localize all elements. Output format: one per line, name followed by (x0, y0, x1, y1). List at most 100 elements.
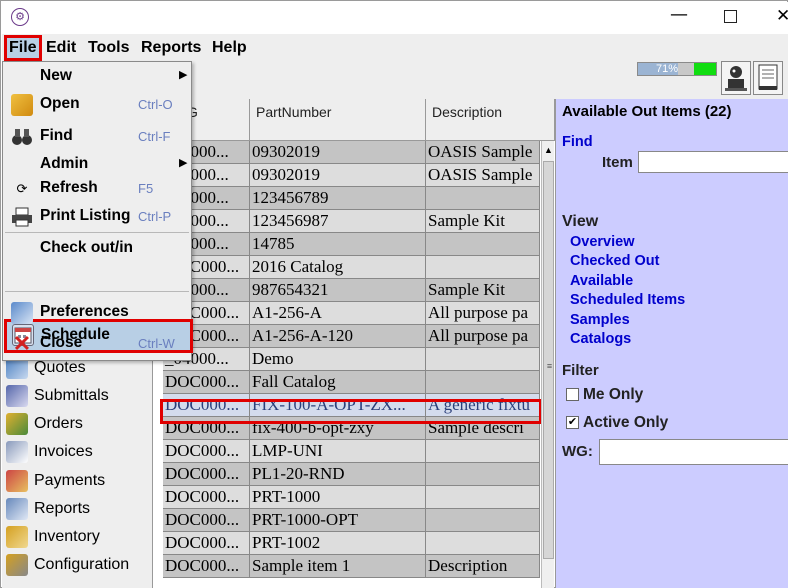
table-cell: 14785 (250, 233, 426, 256)
table-cell: 123456789 (250, 187, 426, 210)
table-row[interactable]: _04000... 987654321 Sample Kit (163, 279, 540, 302)
menu-item-refresh[interactable]: ⟳ Refresh F5 (3, 175, 191, 203)
inventory-icon (6, 526, 28, 548)
scrollbar-thumb[interactable]: ≡ (543, 161, 554, 559)
close-window-button[interactable]: ✕ (776, 4, 788, 28)
table-cell: PRT-1000-OPT (250, 509, 426, 532)
robot-icon-button[interactable] (721, 61, 751, 95)
table-row[interactable]: DOC000... 2016 Catalog (163, 256, 540, 279)
file-menu-dropdown: New ▶ Open Ctrl-O Find Ctrl-F Admin ▶ ⟳ … (2, 61, 193, 361)
table-cell (426, 532, 540, 555)
memory-progress-bar: 71% (637, 62, 717, 76)
menu-help[interactable]: Help (212, 37, 247, 59)
view-link-scheduled-items[interactable]: Scheduled Items (570, 292, 685, 308)
table-row[interactable]: DOC000... LMP-UNI (163, 440, 540, 463)
table-row[interactable]: DOC000... Sample item 1 Description (163, 555, 540, 578)
menu-item-preferences[interactable]: Preferences (3, 299, 191, 327)
table-cell (426, 348, 540, 371)
sidebar-item-submittals[interactable]: Submittals (6, 383, 109, 409)
title-bar: ⚙ — ✕ (2, 2, 788, 34)
table-row[interactable]: _04000... 123456987 Sample Kit (163, 210, 540, 233)
menu-item-print-listing[interactable]: Print Listing Ctrl-P (3, 203, 191, 231)
active-only-label: Active Only (583, 414, 669, 431)
table-row[interactable]: _04000... Demo (163, 348, 540, 371)
menu-item-label: Find (40, 127, 73, 144)
table-row[interactable]: DOC000... A1-256-A-120 All purpose pa (163, 325, 540, 348)
table-cell: All purpose pa (426, 325, 540, 348)
table-cell: A1-256-A (250, 302, 426, 325)
menu-item-open[interactable]: Open Ctrl-O (3, 91, 191, 119)
wg-input[interactable] (599, 439, 788, 465)
item-search-input[interactable] (638, 151, 788, 173)
table-row[interactable]: DOC000... Fall Catalog (163, 371, 540, 394)
maximize-button[interactable] (724, 10, 737, 23)
menu-item-label: New (40, 67, 72, 84)
sidebar-item-payments[interactable]: Payments (6, 468, 105, 494)
column-header-partnumber[interactable]: PartNumber (250, 99, 426, 141)
invoices-icon (6, 441, 28, 463)
table-row[interactable]: _03000... 14785 (163, 233, 540, 256)
sidebar-item-label: Reports (34, 500, 91, 517)
menu-item-shortcut: Ctrl-P (138, 209, 172, 224)
sidebar-item-orders[interactable]: Orders (6, 411, 83, 437)
scroll-up-icon[interactable]: ▲ (542, 143, 555, 157)
table-cell: DOC000... (163, 440, 250, 463)
menu-edit[interactable]: Edit (46, 37, 76, 59)
table-row[interactable]: _04000... 09302019 OASIS Sample (163, 141, 540, 164)
me-only-label: Me Only (583, 386, 644, 403)
table-row[interactable]: DOC000... PRT-1000-OPT (163, 509, 540, 532)
table-cell: DOC000... (163, 509, 250, 532)
find-label: Find (562, 134, 593, 150)
folder-icon (11, 94, 33, 116)
table-cell: DOC000... (163, 555, 250, 578)
table-row[interactable]: DOC000... PRT-1002 (163, 532, 540, 555)
table-cell (426, 509, 540, 532)
table-cell: DOC000... (163, 486, 250, 509)
table-scrollbar[interactable]: ▲ ≡ (541, 141, 554, 588)
table-row[interactable]: _04000... 09302019 OASIS Sample (163, 164, 540, 187)
sidebar-item-label: Orders (34, 415, 83, 432)
menu-item-close[interactable]: ✕ Close Ctrl-W (3, 330, 191, 358)
minimize-button[interactable]: — (664, 6, 694, 28)
view-link-checked-out[interactable]: Checked Out (570, 253, 659, 269)
menu-tools[interactable]: Tools (88, 37, 129, 59)
table-cell: A1-256-A-120 (250, 325, 426, 348)
table-cell: Sample item 1 (250, 555, 426, 578)
table-cell: 123456987 (250, 210, 426, 233)
menu-item-label: Print Listing (40, 207, 131, 224)
sidebar-item-reports[interactable]: Reports (6, 496, 90, 522)
panel-title: Available Out Items (22) (562, 103, 732, 120)
active-only-checkbox[interactable]: ✔ (566, 416, 579, 429)
table-row[interactable]: DOC000... PRT-1000 (163, 486, 540, 509)
column-header-description[interactable]: Description (426, 99, 555, 141)
menu-item-find[interactable]: Find Ctrl-F (3, 123, 191, 151)
document-icon-button[interactable] (753, 61, 783, 95)
sidebar-item-inventory[interactable]: Inventory (6, 524, 100, 550)
table-cell: 2016 Catalog (250, 256, 426, 279)
menu-file[interactable]: File (4, 35, 42, 61)
menu-item-check-out-in[interactable]: Check out/in (3, 235, 191, 263)
table-cell: Description (426, 555, 540, 578)
table-cell: 987654321 (250, 279, 426, 302)
table-cell (426, 486, 540, 509)
grip-icon: ≡ (546, 361, 553, 371)
table-cell: Sample Kit (426, 279, 540, 302)
table-row[interactable]: DOC000... PL1-20-RND (163, 463, 540, 486)
me-only-checkbox[interactable] (566, 388, 579, 401)
view-link-catalogs[interactable]: Catalogs (570, 331, 631, 347)
table-cell: Fall Catalog (250, 371, 426, 394)
table-row[interactable]: _04000... 123456789 (163, 187, 540, 210)
view-link-overview[interactable]: Overview (570, 234, 635, 250)
sidebar-item-configuration[interactable]: Configuration (6, 552, 129, 578)
progress-indicator (694, 63, 716, 75)
sidebar-item-label: Configuration (34, 556, 130, 573)
submenu-arrow-icon: ▶ (179, 157, 188, 169)
table-cell (426, 187, 540, 210)
view-link-samples[interactable]: Samples (570, 312, 630, 328)
table-row[interactable]: DOC000... A1-256-A All purpose pa (163, 302, 540, 325)
view-link-available[interactable]: Available (570, 273, 633, 289)
menu-reports[interactable]: Reports (141, 37, 201, 59)
sidebar-item-invoices[interactable]: Invoices (6, 439, 93, 465)
menu-item-new[interactable]: New ▶ (3, 63, 191, 91)
configuration-icon (6, 554, 28, 576)
